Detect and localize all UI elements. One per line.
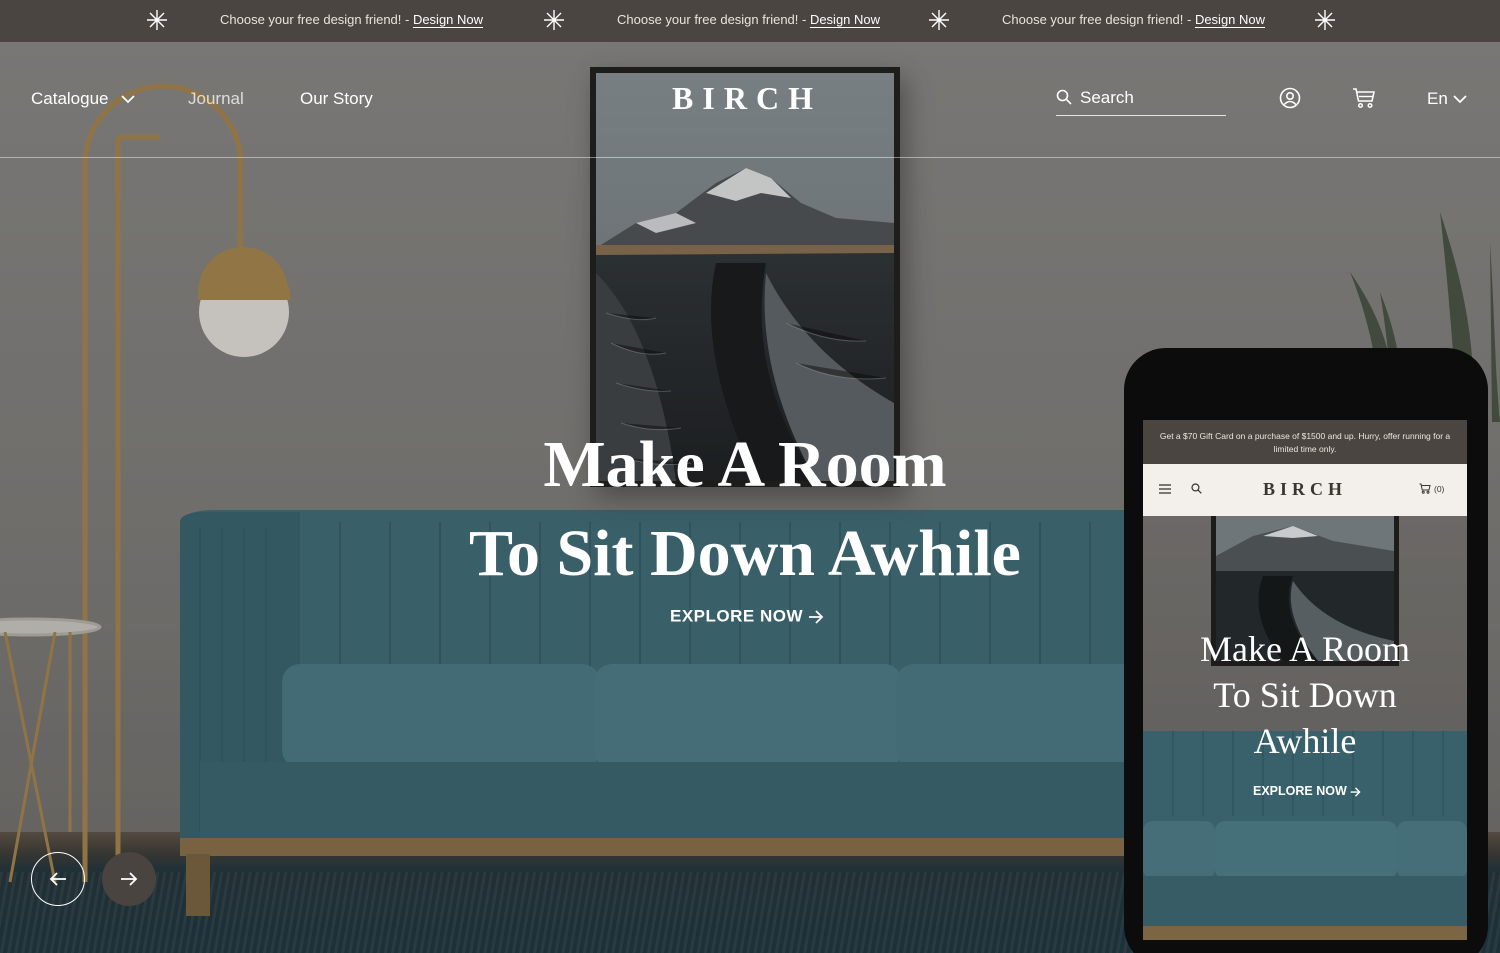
search-input[interactable] — [1080, 84, 1226, 112]
arrow-left-icon — [49, 872, 66, 886]
nav-catalogue[interactable]: Catalogue — [31, 89, 135, 109]
announcement-text: Choose your free design friend! - — [617, 12, 810, 27]
phone-screen: Get a $70 Gift Card on a purchase of $15… — [1143, 420, 1467, 940]
mobile-cart-count: (0) — [1434, 483, 1445, 494]
arrow-right-icon — [121, 872, 138, 886]
hero-headline-line1: Make A Room — [543, 428, 947, 501]
mobile-headline-line3: Awhile — [1253, 721, 1357, 761]
chevron-down-icon — [1452, 95, 1467, 104]
design-now-link[interactable]: Design Now — [1195, 12, 1265, 27]
language-selector[interactable]: En — [1427, 89, 1467, 109]
sparkle-icon — [929, 10, 949, 30]
mobile-explore-now-label: EXPLORE NOW — [1253, 784, 1347, 798]
site-header: Catalogue Journal Our Story BIRCH En — [0, 42, 1500, 158]
mobile-headline-line1: Make A Room — [1199, 629, 1410, 669]
announcement-text: Choose your free design friend! - — [220, 12, 413, 27]
nav-our-story[interactable]: Our Story — [300, 89, 373, 109]
mobile-explore-now-button[interactable]: EXPLORE NOW — [1253, 784, 1361, 798]
design-now-link[interactable]: Design Now — [810, 12, 880, 27]
explore-now-label: EXPLORE NOW — [670, 606, 804, 626]
cart-icon[interactable] — [1352, 87, 1376, 109]
search-bar — [1056, 84, 1226, 116]
mobile-headline-line2: To Sit Down — [1213, 675, 1397, 715]
mobile-hero: Make A Room To Sit Down Awhile EXPLORE N… — [1143, 516, 1467, 940]
search-icon[interactable] — [1056, 89, 1072, 105]
mobile-announcement: Get a $70 Gift Card on a purchase of $15… — [1143, 420, 1467, 464]
mobile-hero-headline: Make A Room To Sit Down Awhile — [1155, 626, 1455, 764]
design-now-link[interactable]: Design Now — [413, 12, 483, 27]
arrow-right-icon — [1350, 787, 1361, 797]
hero-headline-line2: To Sit Down Awhile — [469, 517, 1021, 590]
sparkle-icon — [147, 10, 167, 30]
language-label: En — [1427, 89, 1448, 108]
mobile-cart-button[interactable]: (0) — [1419, 483, 1444, 494]
sparkle-icon — [1315, 10, 1335, 30]
arrow-right-icon — [809, 609, 824, 624]
brand-logo[interactable]: BIRCH — [652, 80, 842, 117]
slider-prev-button[interactable] — [31, 852, 85, 906]
announcement-message: Choose your free design friend! - Design… — [220, 12, 483, 27]
nav-catalogue-label: Catalogue — [31, 89, 109, 108]
mobile-header: BIRCH (0) — [1143, 464, 1467, 516]
announcement-message: Choose your free design friend! - Design… — [617, 12, 880, 27]
announcement-bar: Choose your free design friend! - Design… — [0, 0, 1500, 42]
chevron-down-icon — [121, 95, 135, 104]
sparkle-icon — [544, 10, 564, 30]
slider-next-button[interactable] — [102, 852, 156, 906]
hero-headline: Make A Room To Sit Down Awhile — [395, 420, 1095, 598]
announcement-message: Choose your free design friend! - Design… — [1002, 12, 1265, 27]
nav-journal[interactable]: Journal — [188, 89, 244, 109]
announcement-text: Choose your free design friend! - — [1002, 12, 1195, 27]
explore-now-button[interactable]: EXPLORE NOW — [670, 606, 824, 627]
search-icon[interactable] — [1191, 483, 1202, 494]
hamburger-icon[interactable] — [1159, 484, 1171, 494]
cart-icon — [1419, 483, 1431, 494]
user-circle-icon[interactable] — [1279, 87, 1301, 109]
mobile-brand-logo[interactable]: BIRCH — [1243, 479, 1367, 500]
